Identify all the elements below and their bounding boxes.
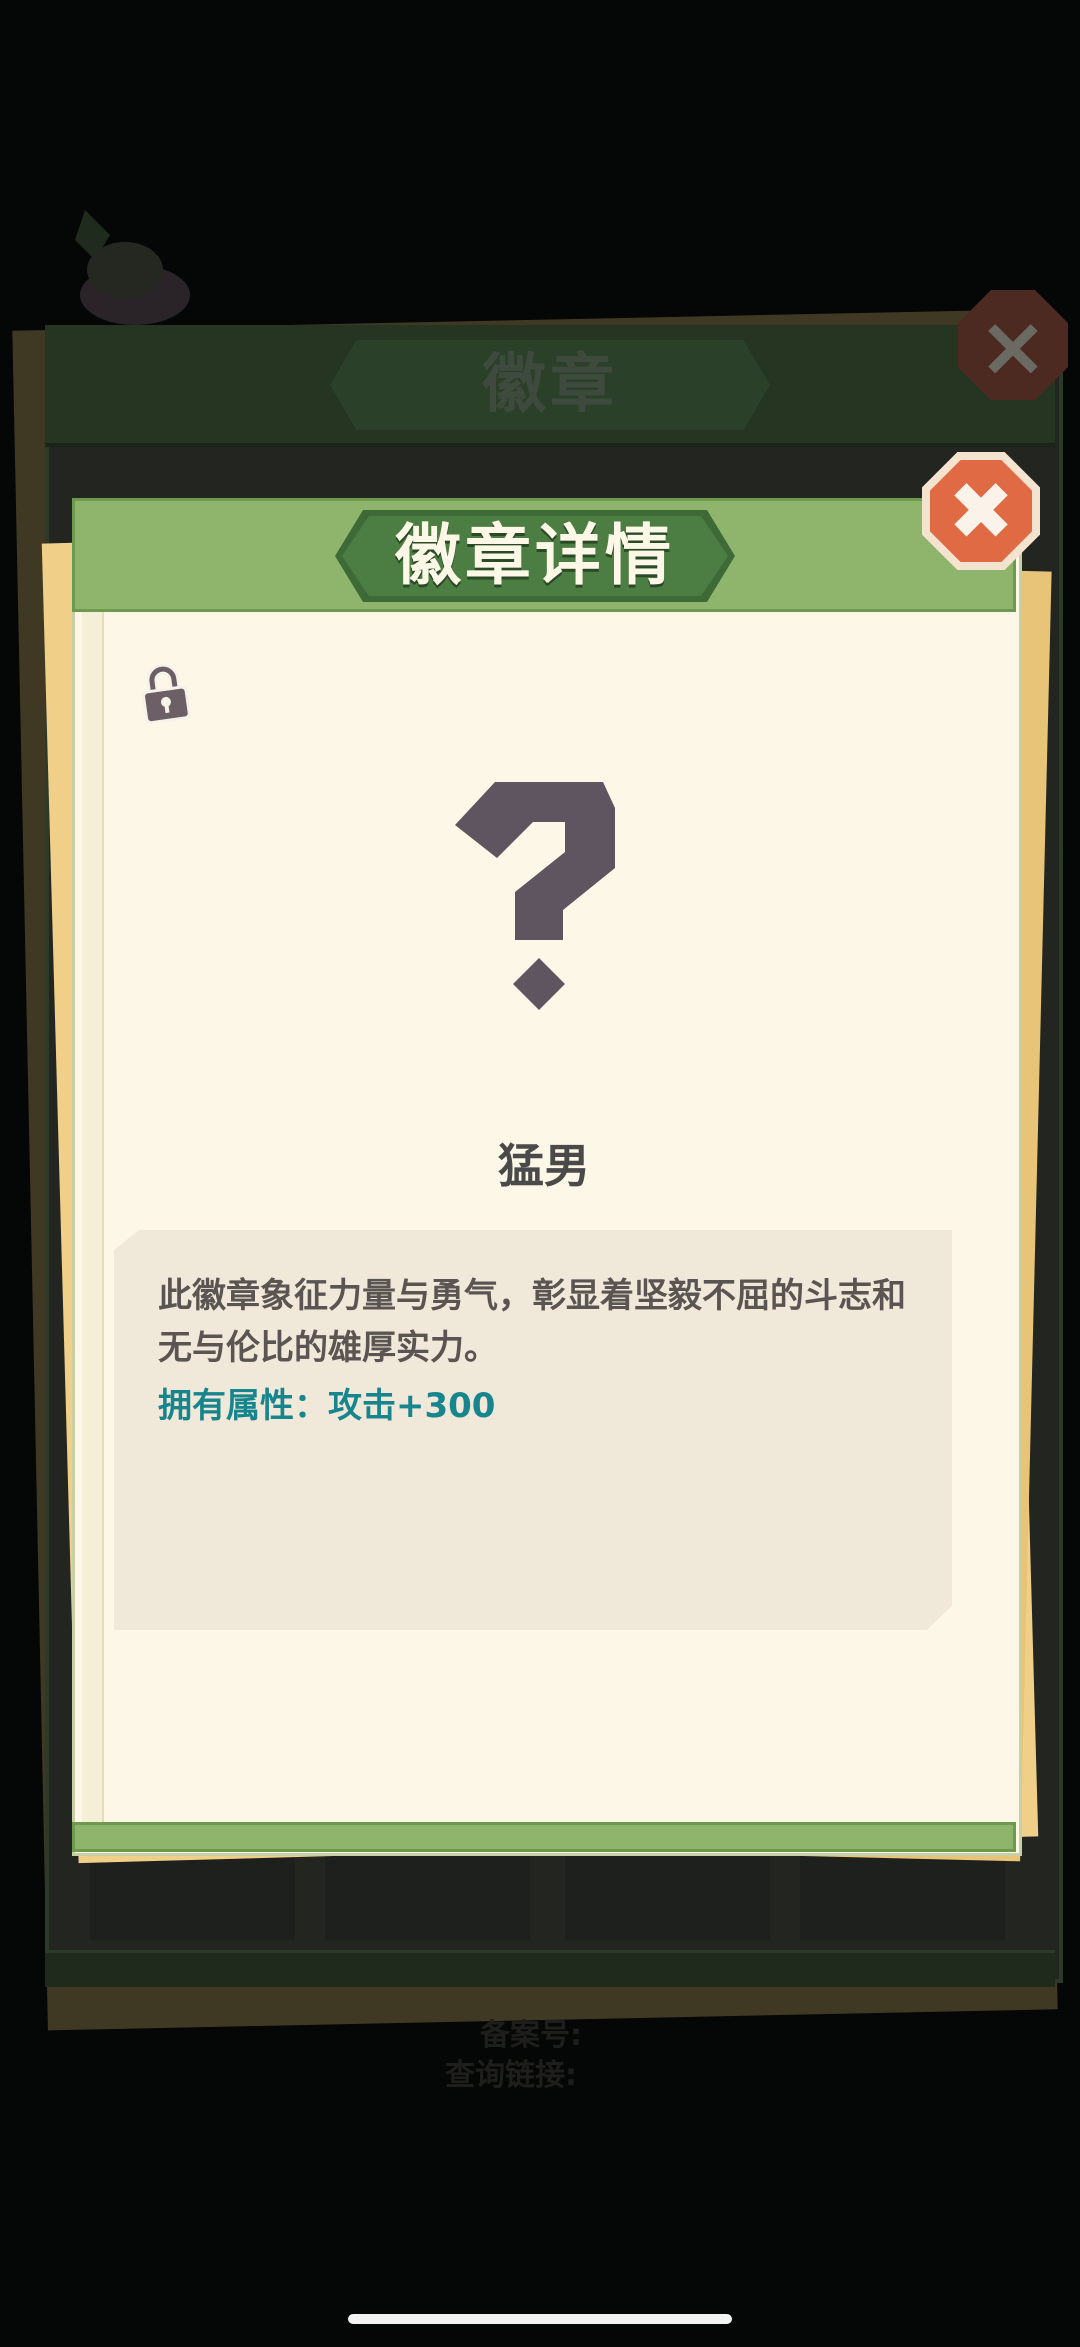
background-panel-footer [45, 1950, 1055, 1987]
badge-description: 此徽章象征力量与勇气，彰显着坚毅不屈的斗志和无与伦比的雄厚实力。 [158, 1276, 906, 1368]
modal-footer [72, 1822, 1016, 1852]
background-badge-cell [325, 1845, 530, 1940]
mascot-icon [75, 210, 190, 325]
question-mark-icon [455, 782, 615, 1010]
badge-name: 猛男 [498, 1139, 590, 1193]
background-close-button[interactable]: × [958, 290, 1068, 400]
lock-icon [141, 664, 192, 725]
home-indicator[interactable] [348, 2314, 732, 2324]
background-footer-text: 查询链接: [445, 2058, 577, 2093]
modal-title: 徽章详情 [395, 517, 675, 594]
background-panel-title: 徽章 [482, 348, 618, 422]
background-badge-cell [565, 1845, 770, 1940]
badge-attribute: 拥有属性：攻击+300 [158, 1386, 496, 1426]
background-footer-text: 备案号: [480, 2018, 582, 2053]
